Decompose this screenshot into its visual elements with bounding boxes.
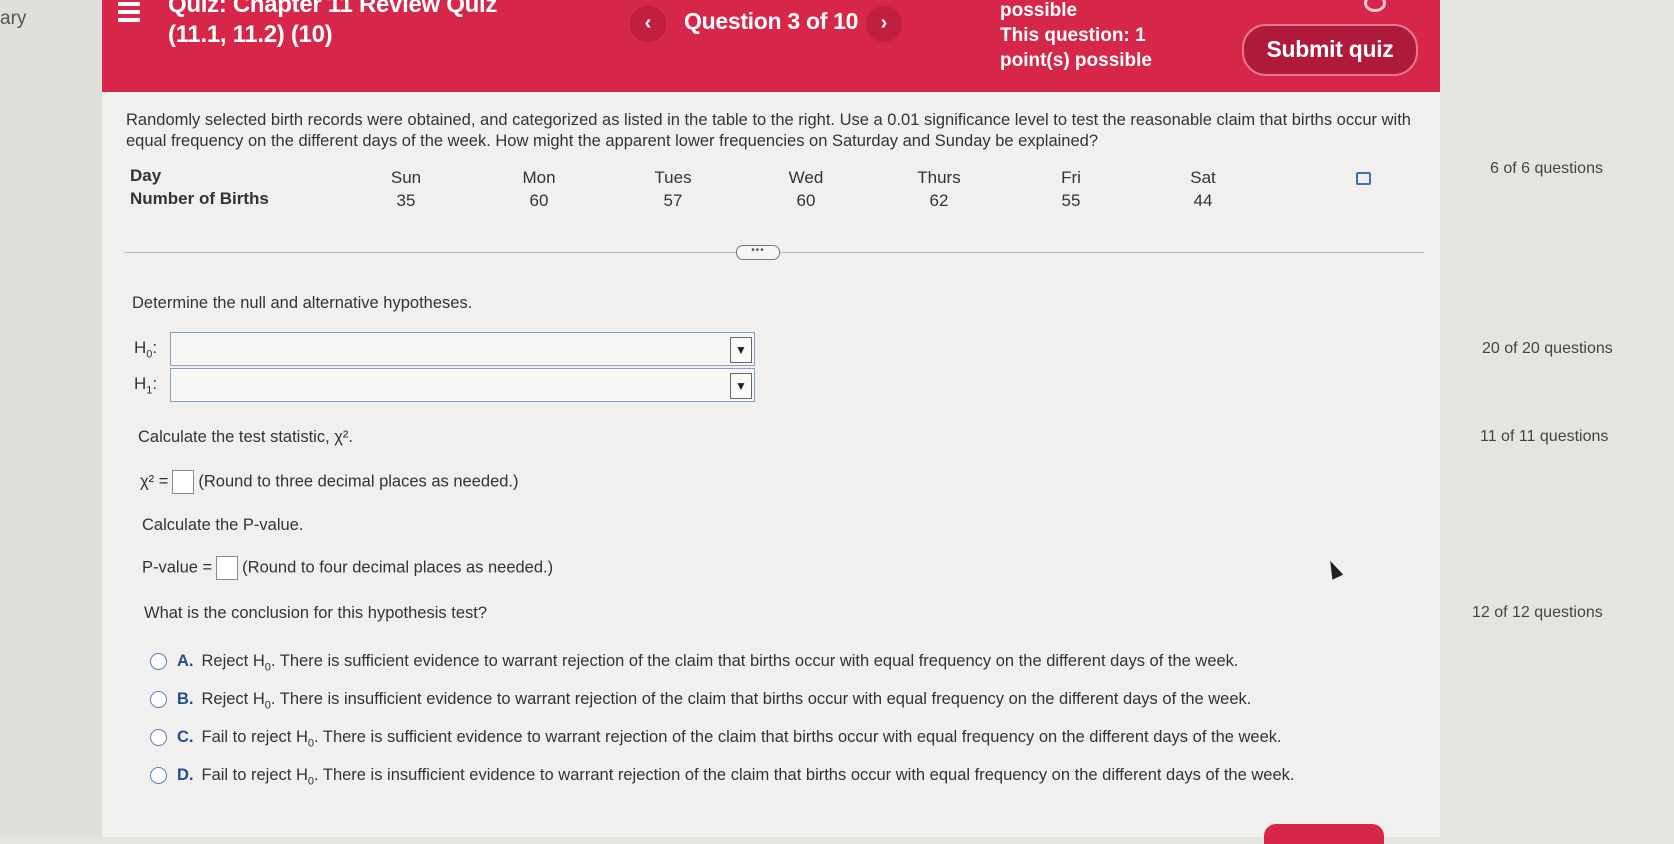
p-value-input[interactable] (216, 556, 239, 580)
table-day-wed: Wed (788, 168, 824, 187)
radio-b[interactable] (150, 691, 167, 709)
right-panel-item[interactable]: 11 of 11 questions (1480, 428, 1608, 446)
test-stat-hint: (Round to three decimal places as needed… (198, 472, 519, 491)
settings-icon[interactable] (1364, 0, 1386, 12)
table-row-label-births: Number of Births (130, 189, 269, 208)
table-day-thurs: Thurs (917, 168, 961, 187)
submit-quiz-button[interactable]: Submit quiz (1242, 24, 1418, 76)
expand-toggle-button[interactable]: ••• (736, 245, 780, 260)
option-c[interactable]: C. Fail to reject H0. There is sufficient… (150, 728, 1282, 749)
radio-a[interactable] (150, 653, 167, 671)
table-day-sat: Sat (1190, 168, 1216, 187)
radio-d[interactable] (150, 767, 167, 785)
table-births-tues: 57 (663, 191, 683, 210)
chevron-down-icon[interactable]: ▼ (730, 337, 752, 363)
conclusion-prompt: What is the conclusion for this hypothes… (144, 604, 488, 622)
h1-label: H1: (134, 374, 158, 397)
hypotheses-prompt: Determine the null and alternative hypot… (132, 294, 473, 312)
next-question-button[interactable]: › (866, 6, 902, 42)
quiz-header: Quiz: Chapter 11 Review Quiz (11.1, 11.2… (102, 0, 1440, 92)
quiz-title-line2: (11.1, 11.2) (10) (168, 21, 333, 48)
table-births-sat: 44 (1193, 191, 1213, 210)
table-births-thurs: 62 (929, 191, 949, 210)
table-births-sun: 35 (396, 191, 416, 210)
chi-square-input[interactable] (172, 470, 195, 494)
table-births-mon: 60 (529, 191, 549, 210)
radio-c[interactable] (150, 729, 167, 747)
points-line1: possible (1000, 0, 1078, 21)
h0-dropdown[interactable]: ▼ (170, 332, 755, 366)
table-day-mon: Mon (522, 168, 556, 187)
p-value-row: P-value = (Round to four decimal places a… (142, 556, 553, 580)
test-stat-label: χ² = (140, 472, 169, 491)
p-value-label: P-value = (142, 558, 213, 577)
points-line2: This question: 1 (1000, 25, 1146, 46)
menu-icon[interactable] (118, 2, 140, 24)
points-info: possible This question: 1 point(s) possi… (1000, 0, 1152, 73)
test-stat-row: χ² = (Round to three decimal places as ne… (140, 470, 519, 494)
right-panel-item[interactable]: 20 of 20 questions (1482, 340, 1613, 358)
question-panel: Randomly selected birth records were obt… (102, 92, 1440, 837)
copy-table-icon[interactable] (1356, 172, 1371, 185)
option-d[interactable]: D. Fail to reject H0. There is insufficie… (150, 766, 1294, 787)
left-strip: ary (0, 0, 102, 837)
h0-label: H0: (134, 338, 158, 361)
problem-statement: Randomly selected birth records were obt… (126, 111, 1411, 150)
right-panel-item[interactable]: 6 of 6 questions (1490, 160, 1603, 178)
table-row-label-day: Day (130, 166, 162, 185)
option-b[interactable]: B. Reject H0. There is insufficient evide… (150, 690, 1251, 711)
left-strip-text: ary (0, 8, 27, 29)
option-a[interactable]: A. Reject H0. There is sufficient evidenc… (150, 652, 1239, 673)
table-day-tues: Tues (654, 168, 692, 187)
quiz-title: Quiz: Chapter 11 Review Quiz (11.1, 11.2… (168, 0, 497, 50)
table-day-fri: Fri (1061, 168, 1081, 187)
points-line3: point(s) possible (1000, 50, 1152, 71)
table-births-wed: 60 (796, 191, 816, 210)
test-stat-prompt: Calculate the test statistic, χ². (138, 428, 353, 446)
table-day-sun: Sun (390, 168, 422, 187)
h1-dropdown[interactable]: ▼ (170, 368, 755, 402)
question-counter: Question 3 of 10 (684, 8, 859, 34)
previous-question-button[interactable]: ‹ (630, 6, 666, 42)
table-births-fri: 55 (1061, 191, 1081, 210)
quiz-title-line1: Quiz: Chapter 11 Review Quiz (168, 0, 498, 18)
bottom-action-button[interactable] (1264, 824, 1384, 844)
p-value-prompt: Calculate the P-value. (142, 516, 304, 534)
chevron-down-icon[interactable]: ▼ (730, 373, 752, 399)
p-value-hint: (Round to four decimal places as needed.… (242, 558, 554, 577)
right-panel-item[interactable]: 12 of 12 questions (1472, 604, 1603, 622)
